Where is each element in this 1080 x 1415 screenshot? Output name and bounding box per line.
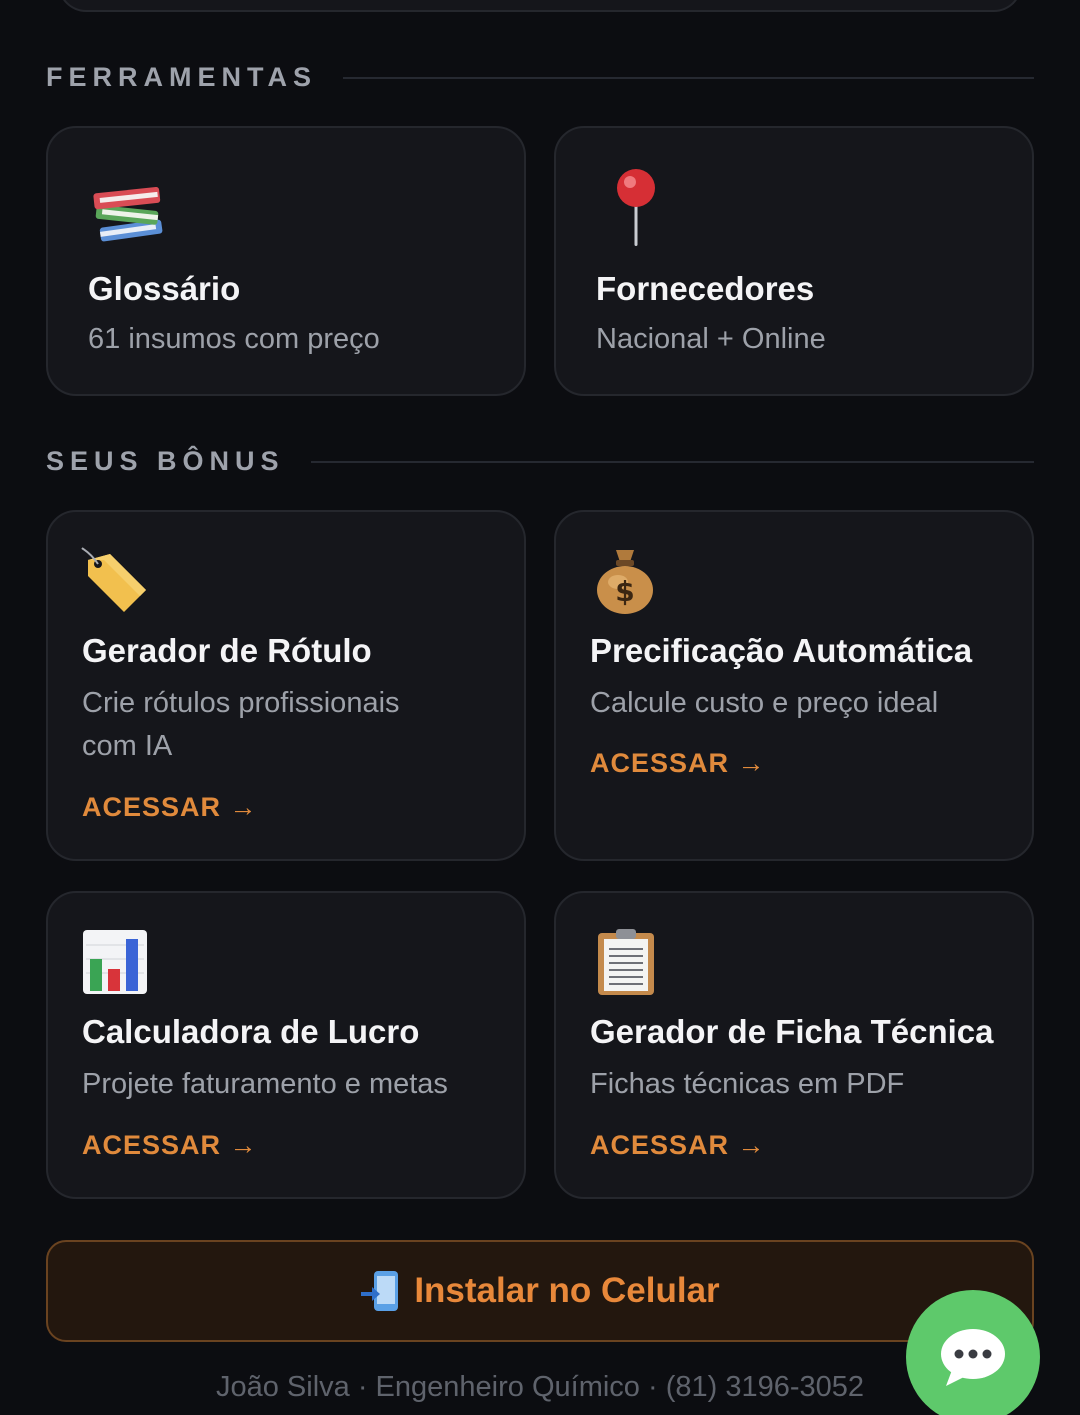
tool-title: Fornecedores [596, 270, 815, 307]
bonus-description-line1: Fichas técnicas em PDF [590, 1068, 905, 1100]
bonus-description-line1: Calcule custo e preço ideal [590, 687, 939, 719]
bonus-description-line1: Projete faturamento e metas [82, 1068, 448, 1100]
access-link[interactable]: ACESSAR → [590, 748, 766, 779]
tool-description: 61 insumos com preço [88, 323, 380, 355]
bonus-title: Gerador de Rótulo [82, 632, 372, 669]
section-divider [343, 76, 1034, 79]
tools-section-header: FERRAMENTAS [46, 62, 1034, 93]
bonus-description-line1: Crie rótulos profissionais [82, 687, 400, 719]
bonus-title: Precificação Automática [590, 632, 973, 669]
bonus-card-profit-calculator[interactable]: Calculadora de Lucro Projete faturamento… [46, 891, 526, 1199]
bonus-card-label-generator[interactable]: Gerador de Rótulo Crie rótulos profissio… [46, 510, 526, 861]
books-icon [93, 187, 163, 242]
chat-button[interactable] [906, 1290, 1040, 1415]
label-tag-icon [81, 547, 146, 612]
bonus-description-line2: com IA [82, 730, 173, 762]
section-divider [310, 460, 1034, 463]
speech-bubble-icon [941, 1329, 1005, 1386]
previous-card-edge [58, 0, 1022, 12]
install-app-button[interactable]: Instalar no Celular [46, 1240, 1034, 1342]
bonus-section-header: SEUS BÔNUS [46, 446, 1034, 477]
clipboard-icon [598, 929, 654, 995]
tools-section-title: FERRAMENTAS [46, 62, 317, 92]
tool-card-glossary[interactable]: Glossário 61 insumos com preço [46, 126, 526, 396]
tool-description: Nacional + Online [596, 323, 826, 355]
mobile-arrow-icon [361, 1271, 399, 1311]
bonus-card-technical-sheet[interactable]: Gerador de Ficha Técnica Fichas técnicas… [554, 891, 1034, 1199]
money-bag-icon: $ [597, 550, 653, 614]
tool-title: Glossário [88, 270, 241, 307]
bonus-card-pricing[interactable]: $ Precificação Automática Calcule custo … [554, 510, 1034, 861]
install-button-label: Instalar no Celular [414, 1271, 720, 1310]
page: FERRAMENTAS Glossário 61 insumos com pre… [0, 0, 1080, 1415]
bonus-section-title: SEUS BÔNUS [46, 446, 285, 476]
bar-chart-icon [83, 930, 147, 994]
access-link[interactable]: ACESSAR → [82, 792, 258, 823]
bonus-title: Calculadora de Lucro [82, 1013, 420, 1050]
access-link[interactable]: ACESSAR → [82, 1130, 258, 1161]
svg-text:$: $ [615, 575, 634, 608]
access-link[interactable]: ACESSAR → [590, 1130, 766, 1161]
pushpin-icon [617, 169, 655, 246]
tool-card-suppliers[interactable]: Fornecedores Nacional + Online [554, 126, 1034, 396]
bonus-title: Gerador de Ficha Técnica [590, 1013, 994, 1050]
